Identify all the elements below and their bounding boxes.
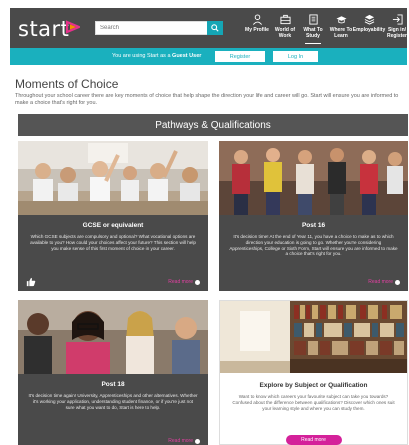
search-button[interactable] (207, 21, 223, 35)
nav-label: World of Work (274, 27, 296, 39)
nav-label: Sign in/Register (386, 27, 407, 39)
card-image (220, 301, 407, 373)
classroom-photo (18, 141, 208, 215)
site-header: start My Profile World ofWork What ToStu… (10, 8, 407, 48)
card-image (18, 300, 208, 374)
nav-my-profile[interactable]: My Profile (243, 8, 271, 48)
guest-user-text: You are using Start as a Guest User (112, 53, 202, 59)
read-more-link[interactable]: Read more (168, 279, 200, 285)
card-gcse[interactable]: GCSE or equivalent Which GCSE subjects a… (18, 141, 208, 291)
main-nav: My Profile World of Work What To Study Whe… (243, 8, 409, 48)
library-photo (220, 301, 407, 373)
nav-sign-in-register[interactable]: Sign in/Register (383, 8, 409, 48)
arrow-circle-icon (195, 438, 200, 444)
card-post-16[interactable]: Post 16 It's decision time! At the end o… (219, 141, 408, 291)
nav-label: Where To Learn (329, 27, 353, 39)
read-more-link[interactable]: Read more (368, 279, 400, 285)
thumbs-up-icon[interactable] (26, 277, 36, 287)
start-logo[interactable]: start (18, 17, 69, 41)
card-image (219, 141, 408, 215)
read-more-link[interactable]: Read more (168, 438, 200, 444)
nav-what-to-study[interactable]: What To Study (299, 8, 327, 48)
nav-employability[interactable]: Employability (352, 8, 386, 48)
card-title: GCSE or equivalent (82, 222, 144, 229)
layers-icon (364, 14, 374, 25)
guest-user-bar: You are using Start as a Guest User Regi… (10, 48, 407, 65)
nav-label: Employability (352, 27, 386, 33)
card-description: It's decision time again! University, Ap… (28, 393, 198, 410)
students-photo (219, 141, 408, 215)
nav-world-of-work[interactable]: World of Work (271, 8, 299, 48)
card-title: Post 18 (101, 381, 125, 388)
intro-text: Throughout your school career there are … (15, 93, 399, 106)
card-description: Want to know which careers your favourit… (232, 394, 395, 411)
graduation-cap-icon (335, 16, 347, 24)
nav-where-to-learn[interactable]: Where To Learn (327, 8, 355, 48)
card-image (18, 141, 208, 215)
search-box (95, 21, 223, 35)
card-title: Explore by Subject or Qualification (259, 382, 368, 389)
sign-in-icon (392, 14, 403, 25)
arrow-circle-icon (195, 279, 200, 285)
briefcase-icon (279, 14, 291, 25)
card-description: Which GCSE subjects are compulsory and o… (30, 234, 196, 251)
card-explore-subject[interactable]: Explore by Subject or Qualification Want… (219, 300, 408, 445)
person-icon (252, 14, 262, 25)
card-title: Post 16 (301, 222, 326, 229)
page-title: Moments of Choice (15, 77, 119, 91)
university-students-photo (18, 300, 208, 374)
section-title: Pathways & Qualifications (18, 114, 408, 136)
login-button[interactable]: Log In (273, 51, 318, 62)
arrow-circle-icon (395, 279, 400, 285)
nav-label: What To Study (303, 27, 323, 39)
card-description: It's decision time! At the end of Year 1… (229, 234, 398, 257)
search-input[interactable] (96, 22, 206, 34)
card-post-18[interactable]: Post 18 It's decision time again! Univer… (18, 300, 208, 445)
search-icon (211, 24, 219, 32)
read-more-button[interactable]: Read more (285, 435, 342, 445)
nav-label: My Profile (245, 27, 269, 33)
register-button[interactable]: Register (215, 51, 265, 62)
logo-mark-icon (66, 20, 80, 34)
book-icon (308, 14, 318, 25)
